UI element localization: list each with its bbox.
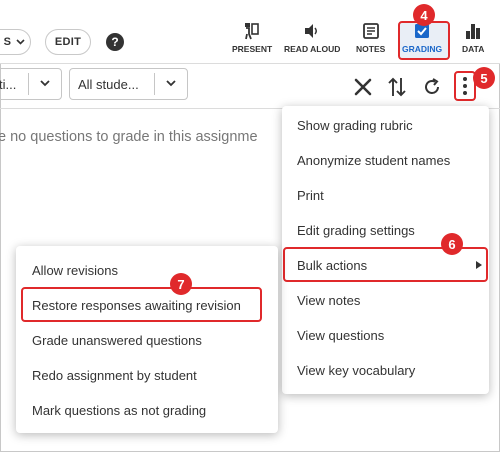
menu-item-anonymize-student-names[interactable]: Anonymize student names bbox=[282, 143, 489, 177]
status-dropdown[interactable]: S bbox=[0, 29, 31, 55]
chevron-down-icon bbox=[40, 80, 50, 87]
present-icon bbox=[245, 23, 259, 40]
assignment-filter-value: ti... bbox=[0, 76, 17, 92]
kebab-dot bbox=[463, 77, 467, 81]
grading-button[interactable]: GRADING bbox=[402, 22, 442, 54]
submenu-item-allow-revisions[interactable]: Allow revisions bbox=[16, 253, 278, 287]
callout-badge-7: 7 bbox=[170, 273, 192, 295]
menu-item-view-key-vocabulary[interactable]: View key vocabulary bbox=[282, 353, 489, 387]
read-aloud-button[interactable]: READ ALOUD bbox=[284, 22, 340, 54]
callout-badge-4: 4 bbox=[413, 4, 435, 26]
menu-item-view-notes[interactable]: View notes bbox=[282, 283, 489, 317]
present-label: PRESENT bbox=[232, 44, 273, 54]
submenu-item-grade-unanswered[interactable]: Grade unanswered questions bbox=[16, 323, 278, 357]
edit-button-label: EDIT bbox=[54, 36, 82, 48]
kebab-dot bbox=[463, 84, 467, 88]
restore-responses-highlight-box bbox=[21, 287, 262, 322]
data-label: DATA bbox=[462, 44, 485, 54]
submenu-item-redo-assignment[interactable]: Redo assignment by student bbox=[16, 358, 278, 392]
edit-button[interactable]: EDIT bbox=[45, 29, 91, 55]
callout-badge-5: 5 bbox=[473, 67, 495, 89]
assignment-filter-select[interactable]: ti... bbox=[0, 68, 62, 100]
menu-item-view-questions[interactable]: View questions bbox=[282, 318, 489, 352]
student-filter-value: All stude... bbox=[78, 76, 139, 92]
empty-state-message: e no questions to grade in this assignme bbox=[0, 129, 258, 145]
callout-badge-6: 6 bbox=[441, 233, 463, 255]
notes-button[interactable]: NOTES bbox=[356, 22, 385, 54]
bulk-actions-submenu: Allow revisions Restore responses awaiti… bbox=[16, 246, 278, 433]
notes-label: NOTES bbox=[356, 44, 386, 54]
close-icon[interactable] bbox=[354, 78, 372, 96]
student-filter-select[interactable]: All stude... bbox=[69, 68, 188, 100]
status-dropdown-label: S bbox=[3, 36, 12, 48]
speaker-icon bbox=[305, 24, 318, 38]
present-button[interactable]: PRESENT bbox=[232, 22, 272, 54]
read-aloud-label: READ ALOUD bbox=[284, 44, 341, 54]
sort-icon[interactable] bbox=[387, 76, 407, 98]
menu-item-print[interactable]: Print bbox=[282, 178, 489, 212]
chevron-down-icon bbox=[166, 80, 176, 87]
chevron-down-icon bbox=[16, 39, 25, 45]
kebab-dot bbox=[463, 91, 467, 95]
select-divider bbox=[28, 73, 29, 95]
data-button[interactable]: DATA bbox=[462, 22, 484, 54]
refresh-icon[interactable] bbox=[422, 77, 442, 97]
select-divider bbox=[154, 73, 155, 95]
notes-icon bbox=[362, 23, 379, 39]
menu-item-show-grading-rubric[interactable]: Show grading rubric bbox=[282, 108, 489, 142]
submenu-item-mark-not-grading[interactable]: Mark questions as not grading bbox=[16, 393, 278, 427]
help-icon[interactable]: ? bbox=[106, 33, 124, 51]
bar-chart-icon bbox=[466, 24, 481, 39]
grading-label: GRADING bbox=[402, 44, 443, 54]
